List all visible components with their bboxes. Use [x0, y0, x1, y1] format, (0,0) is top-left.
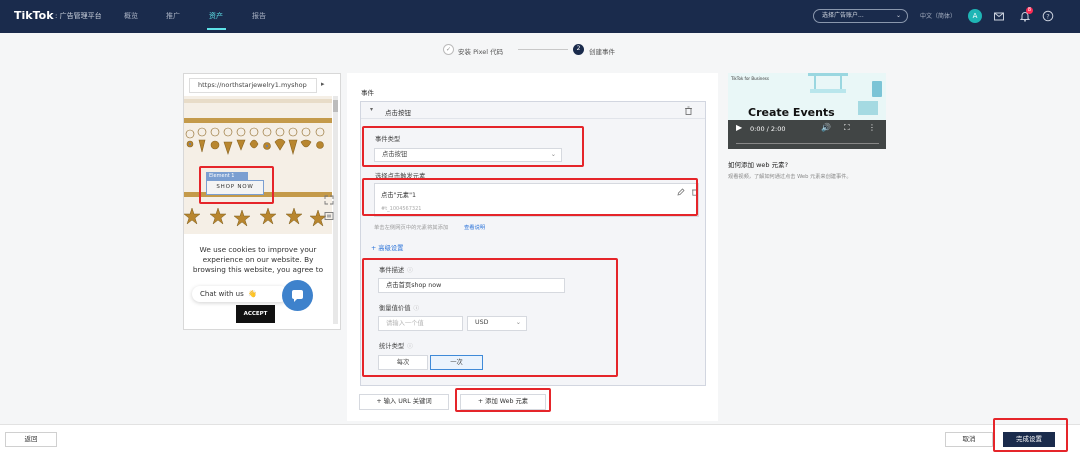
highlight-finish-setup [993, 418, 1068, 452]
advanced-settings-toggle[interactable]: + 高级设置 [371, 243, 403, 252]
cookie-notice: We use cookies to improve your experienc… [192, 245, 324, 274]
url-next-icon[interactable]: ▸ [321, 80, 325, 88]
step1-label: 安装 Pixel 代码 [458, 48, 504, 56]
video-question: 如何添加 web 元素? [728, 161, 789, 169]
video-description: 观看视频，了解如何通过点击 Web 元素来创建事件。 [728, 174, 852, 180]
wave-emoji-icon: 👋 [247, 290, 257, 298]
notification-badge: 8 [1026, 7, 1033, 14]
active-tab-indicator [207, 28, 226, 30]
chat-label: Chat with us [200, 290, 244, 298]
highlight-shop-now [199, 166, 274, 204]
chat-bubble-icon [292, 290, 303, 302]
preview-url-bar[interactable]: https://northstarjewelry1.myshop [189, 78, 317, 93]
step1-check-icon: ✓ [443, 44, 454, 55]
cancel-button[interactable]: 取消 [945, 432, 993, 447]
accept-cookies-button[interactable]: ACCEPT [236, 305, 275, 323]
svg-text:?: ? [1046, 12, 1049, 20]
volume-icon[interactable]: 🔊 [821, 123, 831, 132]
video-title: Create Events [748, 106, 835, 119]
stepper-connector [518, 49, 568, 50]
tab-campaign[interactable]: 推广 [166, 11, 180, 21]
top-nav: TikTok : 广告管理平台 概览 推广 资产 报告 选择广告账户... ⌄ … [0, 0, 1080, 33]
tab-reports[interactable]: 报告 [252, 11, 266, 21]
preview-scrollbar[interactable] [333, 96, 338, 324]
screen-icon[interactable] [324, 211, 334, 221]
chat-button[interactable] [282, 280, 313, 311]
video-progress-bar[interactable] [736, 143, 879, 144]
event-item-header[interactable]: ▾ 点击按钮 [361, 102, 705, 119]
avatar[interactable]: A [968, 9, 982, 23]
highlight-add-web-element [455, 388, 551, 412]
highlight-event-type [362, 126, 584, 167]
tab-overview[interactable]: 概览 [124, 11, 138, 21]
step2-number: 2 [573, 44, 584, 55]
bottom-action-bar: 返回 取消 完成设置 [0, 424, 1080, 454]
video-controls: ▶ 0:00 / 2:00 🔊 ⛶ ⋮ [728, 120, 886, 149]
brand-subtitle: : 广告管理平台 [55, 12, 102, 20]
highlight-advanced-settings [362, 258, 618, 377]
element-hint: 单击左侧网页中的元素将其添加 [374, 225, 449, 231]
add-url-keyword-button[interactable]: + 输入 URL 关键词 [359, 394, 449, 410]
chat-widget[interactable]: Chat with us 👋 [192, 286, 288, 302]
video-time: 0:00 / 2:00 [750, 125, 786, 133]
message-box-icon[interactable] [993, 10, 1005, 22]
tutorial-video[interactable]: TikTok for Business Create Events ▶ 0:00… [728, 73, 886, 149]
event-item-name: 点击按钮 [385, 109, 411, 117]
more-options-icon[interactable]: ⋮ [868, 123, 876, 132]
preview-scroll-thumb[interactable] [333, 100, 338, 112]
event-section-title: 事件 [361, 89, 374, 97]
collapse-arrow-icon[interactable]: ▾ [370, 106, 373, 113]
account-selector[interactable]: 选择广告账户... ⌄ [813, 9, 908, 23]
account-selector-label: 选择广告账户... [822, 12, 864, 19]
fullscreen-icon[interactable]: ⛶ [844, 123, 850, 133]
play-icon[interactable]: ▶ [736, 123, 742, 132]
step2-label: 创建事件 [589, 48, 615, 56]
tiktok-logo[interactable]: TikTok [14, 9, 54, 22]
trash-icon[interactable] [684, 106, 693, 115]
back-button[interactable]: 返回 [5, 432, 57, 447]
expand-icon[interactable] [324, 195, 334, 205]
language-switcher[interactable]: 中文（简体） [920, 11, 956, 20]
tab-assets[interactable]: 资产 [209, 11, 223, 21]
highlight-web-element [362, 178, 698, 216]
chevron-down-icon: ⌄ [895, 12, 901, 19]
help-icon[interactable]: ? [1042, 10, 1054, 22]
view-instructions-link[interactable]: 查看说明 [464, 223, 485, 231]
